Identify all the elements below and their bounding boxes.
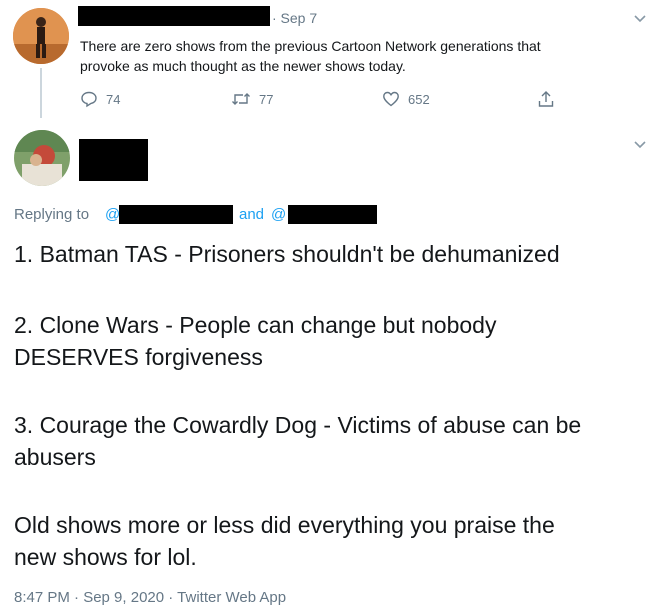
like-icon	[383, 91, 399, 107]
replying-and: and	[239, 206, 265, 223]
tweet-line-3a: 3. Courage the Cowardly Dog - Victims of…	[14, 412, 582, 438]
parent-tweet-text-line: There are zero shows from the previous C…	[80, 38, 541, 54]
retweet-count: 77	[259, 91, 274, 107]
tweet-line-3b: abusers	[14, 444, 96, 470]
parent-tweet-text-line: provoke as much thought as the newer sho…	[80, 58, 406, 74]
chevron-down-icon[interactable]	[633, 14, 647, 24]
chevron-down-icon[interactable]	[633, 140, 647, 150]
replying-handle-1[interactable]: @	[105, 205, 120, 225]
tweet-line-2b: DESERVES forgiveness	[14, 344, 263, 370]
tweet-line-4a: Old shows more or less did everything yo…	[14, 512, 555, 538]
reply-icon	[81, 91, 97, 108]
replying-to-label: Replying to	[14, 206, 90, 223]
share-icon	[538, 91, 554, 107]
tweet-timestamp[interactable]: 8:47 PM · Sep 9, 2020 · Twitter Web App	[14, 588, 286, 608]
parent-tweet-date[interactable]: · Sep 7	[272, 10, 317, 26]
thread-connector-line	[40, 68, 42, 118]
reply-button[interactable]: 74	[80, 90, 120, 108]
retweet-button[interactable]: 77	[231, 90, 273, 108]
redacted-handle-2	[288, 205, 377, 224]
tweet-line-2a: 2. Clone Wars - People can change but no…	[14, 312, 497, 338]
tweet-line-4b: new shows for lol.	[14, 544, 197, 570]
redacted-handle-1	[119, 205, 233, 224]
redacted-display-name	[78, 6, 270, 26]
like-count: 652	[408, 91, 430, 107]
retweet-icon	[232, 93, 250, 105]
reply-count: 74	[106, 91, 121, 107]
parent-avatar[interactable]	[13, 8, 69, 64]
author-avatar[interactable]	[14, 130, 70, 186]
share-button[interactable]	[537, 89, 555, 109]
parent-tweet-text: There are zero shows from the previous C…	[80, 36, 541, 76]
tweet-line-1: 1. Batman TAS - Prisoners shouldn't be d…	[14, 241, 560, 267]
redacted-author-name	[79, 139, 148, 181]
like-button[interactable]: 652	[382, 90, 430, 108]
replying-handle-2[interactable]: @	[271, 205, 286, 225]
replying-to-line: Replying to	[14, 205, 89, 225]
